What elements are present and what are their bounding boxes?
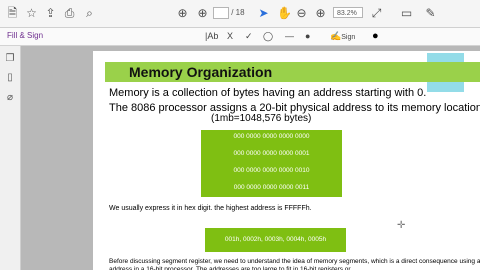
address-row: 000 0000 0000 0000 0000 xyxy=(233,133,310,140)
sign-tool[interactable]: ✍Sign xyxy=(330,30,355,44)
document-page: Memory Organization Memory is a collecti… xyxy=(93,51,480,270)
search-icon[interactable]: ⌕ xyxy=(83,7,96,20)
fill-sign-bar: Fill & Sign |Ab X ✓ ◯ — ● ✍Sign ● xyxy=(0,28,480,46)
prev-page-icon[interactable]: ⊕ xyxy=(176,7,189,20)
text-tool[interactable]: |Ab xyxy=(205,30,218,42)
address-row: 000 0000 0000 0000 0001 xyxy=(233,150,310,157)
attachment-icon[interactable]: ⌀ xyxy=(5,93,15,103)
fit-page-icon[interactable]: ⤢ xyxy=(370,7,383,20)
page-thumbnails-icon[interactable]: ❐ xyxy=(5,54,15,64)
bookmark-star-icon[interactable]: ☆ xyxy=(25,7,38,20)
fill-sign-label: Fill & Sign xyxy=(7,31,44,40)
main-toolbar: 🗎 ☆ ⇪ ⎙ ⌕ ⊕ ⊕ / 18 ➤ ✋ ⊖ ⊕ 83.2% ⤢ ▭ ✎ xyxy=(0,0,480,28)
comment-icon[interactable]: ▭ xyxy=(400,7,413,20)
bookmarks-icon[interactable]: ▯ xyxy=(5,73,15,83)
left-sidebar: ❐ ▯ ⌀ xyxy=(0,46,21,270)
print-icon[interactable]: ⎙ xyxy=(63,7,76,20)
zoom-in-icon[interactable]: ⊕ xyxy=(314,7,327,20)
hex-examples-box: 001h, 0002h, 0003h, 0004h, 0005h xyxy=(205,228,346,252)
page-total: / 18 xyxy=(231,8,245,18)
title-banner: Memory Organization xyxy=(105,62,480,82)
zoom-select[interactable]: 83.2% xyxy=(333,7,363,18)
highlight-icon[interactable]: ✎ xyxy=(424,7,437,20)
line-tool-icon[interactable]: — xyxy=(285,30,294,42)
hex-note: We usually express it in hex digit. the … xyxy=(109,205,312,212)
sign-tool-label: Sign xyxy=(341,34,356,41)
hex-examples: 001h, 0002h, 0003h, 0004h, 0005h xyxy=(224,236,327,243)
hand-tool-icon[interactable]: ✋ xyxy=(277,7,292,20)
dot-tool-icon[interactable]: ● xyxy=(305,30,310,42)
select-cursor-icon[interactable]: ➤ xyxy=(257,7,270,20)
slide-title: Memory Organization xyxy=(129,64,273,80)
address-table: 000 0000 0000 0000 0000 000 0000 0000 00… xyxy=(201,130,342,197)
next-page-icon[interactable]: ⊕ xyxy=(196,7,209,20)
circle-tool-icon[interactable]: ◯ xyxy=(263,30,273,42)
page-number-input[interactable] xyxy=(213,7,229,19)
zoom-out-icon[interactable]: ⊖ xyxy=(295,7,308,20)
body-line-1: Memory is a collection of bytes having a… xyxy=(109,87,427,99)
bottom-paragraph: Before discussing segment register, we n… xyxy=(109,258,480,270)
body-line-3: (1mb=1048,576 bytes) xyxy=(211,113,312,124)
check-mark-tool[interactable]: ✓ xyxy=(245,30,253,42)
move-cursor-icon: ✛ xyxy=(397,220,406,231)
cross-mark-tool[interactable]: X xyxy=(227,30,233,42)
document-canvas[interactable]: Memory Organization Memory is a collecti… xyxy=(21,46,480,270)
address-row: 000 0000 0000 0000 0010 xyxy=(233,167,310,174)
color-swatch[interactable]: ● xyxy=(372,30,379,42)
address-row: 000 0000 0000 0000 0011 xyxy=(233,184,310,191)
upload-icon[interactable]: ⇪ xyxy=(44,7,57,20)
page-indicator: / 18 xyxy=(213,7,245,19)
save-icon[interactable]: 🗎 xyxy=(6,7,19,20)
